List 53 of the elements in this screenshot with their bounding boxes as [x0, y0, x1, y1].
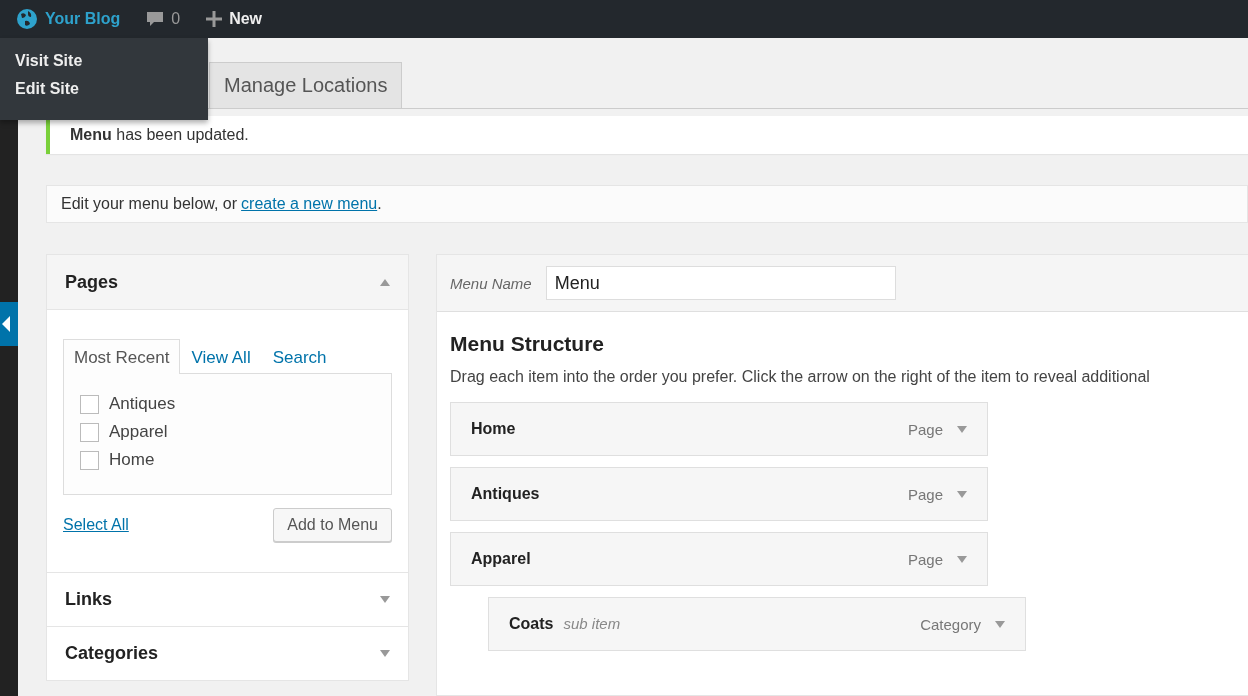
edit-menu-text: Edit your menu below, or: [61, 195, 238, 214]
menu-item-type: Page: [907, 420, 943, 438]
period-text: .: [377, 195, 382, 214]
menu-structure-heading: Menu Structure: [450, 332, 605, 356]
menu-item-type: Page: [907, 485, 943, 503]
checkbox-label: Apparel: [109, 422, 168, 442]
site-link[interactable]: Your Blog: [16, 8, 121, 30]
new-link[interactable]: New: [206, 10, 263, 28]
expand-caret-icon: [380, 596, 390, 603]
menu-item[interactable]: Antiques Page: [450, 467, 988, 521]
globe-icon: [16, 8, 38, 30]
menu-name-label: Menu Name: [450, 274, 532, 292]
menu-item-note: sub item: [563, 615, 621, 632]
menu-item[interactable]: Coats sub item Category: [488, 597, 1026, 651]
menu-item[interactable]: Home Page: [450, 402, 988, 456]
dropdown-item[interactable]: Visit Site: [0, 48, 208, 76]
add-to-menu-button[interactable]: Add to Menu: [273, 508, 392, 542]
menu-item[interactable]: Apparel Page: [450, 532, 988, 586]
dropdown-item[interactable]: Edit Site: [0, 76, 208, 104]
create-menu-link[interactable]: create a new menu: [241, 195, 378, 214]
collapse-arrow-icon: [0, 316, 10, 332]
accordion-header[interactable]: Links: [46, 573, 409, 627]
accordion-header[interactable]: Categories: [46, 627, 409, 681]
panel-tab[interactable]: Search: [261, 339, 338, 374]
menu-name-field[interactable]: Menu: [545, 266, 896, 300]
caret-icon[interactable]: [957, 425, 967, 433]
menu-structure-description: Drag each item into the order you prefer. Click the arrow on the right of the item to reveal additional: [450, 368, 1151, 386]
checkbox[interactable]: [80, 394, 99, 414]
menu-item-title: Coats: [509, 615, 554, 632]
menu-item-title: Home: [471, 420, 516, 437]
caret-icon[interactable]: [957, 555, 967, 563]
tab[interactable]: Manage Locations: [209, 62, 403, 108]
expand-caret-icon: [380, 650, 390, 657]
checkbox-label: Home: [109, 450, 155, 470]
menu-item-title: Antiques: [471, 485, 540, 502]
panel-tab[interactable]: View All: [180, 339, 262, 374]
menu-item-type: Page: [907, 550, 943, 568]
select-all-link[interactable]: Select All: [63, 516, 129, 534]
update-notice: Menu has been updated.: [46, 116, 1248, 155]
checkbox-label: Antiques: [109, 394, 176, 414]
caret-icon[interactable]: [995, 620, 1005, 628]
panel-tab[interactable]: Most Recent: [63, 339, 181, 374]
comments-link[interactable]: 0: [146, 10, 181, 28]
checkbox[interactable]: [80, 450, 99, 470]
collapse-tab[interactable]: [0, 302, 18, 346]
caret-icon[interactable]: [957, 490, 967, 498]
comment-icon: [146, 10, 165, 28]
collapse-caret-icon: [380, 278, 390, 286]
menu-item-type: Category: [920, 615, 981, 633]
menu-item-title: Apparel: [471, 550, 531, 567]
plus-icon: [206, 11, 223, 27]
accordion-header[interactable]: Pages: [46, 254, 409, 310]
checkbox[interactable]: [80, 422, 99, 442]
